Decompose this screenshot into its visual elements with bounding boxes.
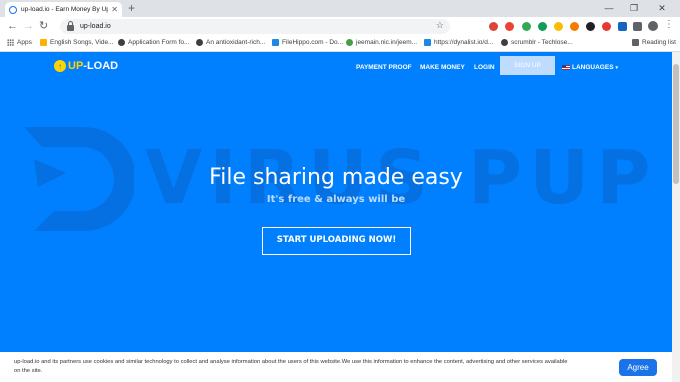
apps-grid-icon bbox=[7, 39, 14, 46]
bookmark-favicon-icon bbox=[346, 39, 353, 46]
scroll-thumb[interactable] bbox=[673, 64, 679, 184]
profile-avatar[interactable] bbox=[648, 21, 658, 31]
tab-strip: up-load.io - Earn Money By Uplo ✕ + — ❐ … bbox=[0, 0, 680, 17]
upload-arrow-icon: ↑ bbox=[54, 60, 66, 72]
bookmark-item[interactable]: Application Form fo... bbox=[118, 39, 189, 46]
logo-up: UP bbox=[68, 60, 84, 72]
browser-tab[interactable]: up-load.io - Earn Money By Uplo ✕ bbox=[5, 2, 122, 17]
forward-icon[interactable]: → bbox=[23, 20, 34, 33]
us-flag-icon bbox=[562, 65, 570, 70]
browser-toolbar: ← → ↻ up-load.io ☆ ⋮ bbox=[0, 17, 680, 36]
page-scrollbar[interactable] bbox=[672, 52, 680, 382]
site-logo[interactable]: ↑ UP-LOAD bbox=[54, 60, 118, 72]
languages-label: LANGUAGES bbox=[572, 64, 614, 71]
bookmark-item[interactable]: FileHippo.com - Do... bbox=[272, 39, 343, 46]
bookmark-item[interactable]: scrumblr - Techlose... bbox=[501, 39, 573, 46]
restore-icon[interactable]: ❐ bbox=[622, 0, 646, 16]
agree-button[interactable]: Agree bbox=[619, 359, 657, 376]
back-icon[interactable]: ← bbox=[7, 20, 18, 33]
hero-subtitle: It's free & always will be bbox=[266, 194, 406, 205]
extension-icon[interactable] bbox=[538, 22, 547, 31]
extension-icon[interactable] bbox=[554, 22, 563, 31]
nav-make-money[interactable]: MAKE MONEY bbox=[420, 64, 465, 71]
tab-title: up-load.io - Earn Money By Uplo bbox=[21, 6, 109, 13]
page-content: VIRUS PUP ↑ UP-LOAD PAYMENT PROOF MAKE M… bbox=[0, 52, 672, 382]
reload-icon[interactable]: ↻ bbox=[39, 20, 48, 33]
close-tab-icon[interactable]: ✕ bbox=[111, 5, 118, 14]
reading-list-icon bbox=[632, 39, 639, 46]
extension-icon[interactable] bbox=[489, 22, 498, 31]
extension-icon[interactable] bbox=[602, 22, 611, 31]
languages-dropdown[interactable]: LANGUAGES ▾ bbox=[562, 64, 618, 71]
bookmark-item[interactable]: English Songs, Vide... bbox=[40, 39, 113, 46]
bookmark-item[interactable]: https://dynalist.io/d... bbox=[424, 39, 493, 46]
extension-icon[interactable] bbox=[570, 22, 579, 31]
url-text: up-load.io bbox=[80, 23, 111, 30]
globe-icon bbox=[118, 39, 125, 46]
globe-icon bbox=[196, 39, 203, 46]
bookmark-favicon-icon bbox=[424, 39, 431, 46]
extension-icon[interactable] bbox=[618, 22, 627, 31]
start-uploading-button[interactable]: START UPLOADING NOW! bbox=[262, 227, 411, 255]
extension-icon[interactable] bbox=[522, 22, 531, 31]
bookmark-favicon-icon bbox=[40, 39, 47, 46]
cookie-banner: up-load.io and its partners use cookies … bbox=[0, 352, 672, 382]
bookmark-item[interactable]: An antioxidant-rich... bbox=[196, 39, 265, 46]
bookmark-item[interactable]: jeemain.nic.in/jeem... bbox=[346, 39, 417, 46]
bookmark-apps[interactable]: Apps bbox=[7, 39, 32, 46]
logo-load: -LOAD bbox=[83, 60, 119, 72]
extension-icon[interactable] bbox=[586, 22, 595, 31]
signup-button[interactable]: SIGN UP bbox=[500, 56, 555, 75]
cookie-text: up-load.io and its partners use cookies … bbox=[14, 359, 568, 374]
lock-icon[interactable] bbox=[67, 20, 74, 31]
site-favicon-icon bbox=[9, 5, 17, 14]
bookmark-favicon-icon bbox=[272, 39, 279, 46]
nav-payment-proof[interactable]: PAYMENT PROOF bbox=[356, 64, 412, 71]
puzzle-extensions-icon[interactable] bbox=[633, 22, 642, 31]
minimize-icon[interactable]: — bbox=[597, 0, 621, 16]
nav-login[interactable]: LOGIN bbox=[474, 64, 495, 71]
new-tab-icon[interactable]: + bbox=[128, 1, 135, 15]
bookmarks-bar: Apps English Songs, Vide... Application … bbox=[0, 36, 680, 52]
reading-list[interactable]: Reading list bbox=[632, 39, 676, 46]
more-menu-icon[interactable]: ⋮ bbox=[664, 19, 674, 30]
address-bar[interactable]: up-load.io ☆ bbox=[60, 19, 450, 34]
extension-icon[interactable] bbox=[505, 22, 514, 31]
bookmark-star-icon[interactable]: ☆ bbox=[436, 20, 444, 31]
globe-icon bbox=[501, 39, 508, 46]
caret-down-icon: ▾ bbox=[615, 64, 619, 71]
hero-title: File sharing made easy bbox=[209, 165, 463, 190]
close-window-icon[interactable]: ✕ bbox=[650, 0, 674, 16]
